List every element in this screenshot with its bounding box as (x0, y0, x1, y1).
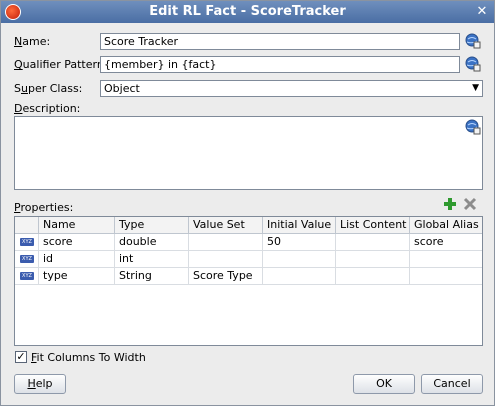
name-cell[interactable]: type (39, 268, 115, 285)
name-label: Name: (14, 35, 51, 48)
qualifier-pattern-field[interactable]: {member} in {fact} (100, 56, 460, 73)
add-property-icon[interactable] (443, 197, 457, 211)
column-header-list-content[interactable]: List Content T (336, 217, 410, 234)
value-set-cell[interactable] (189, 234, 263, 251)
global-alias-cell[interactable] (410, 251, 482, 268)
window-title: Edit RL Fact - ScoreTracker (149, 4, 346, 19)
xyz-icon: XYZ (20, 272, 34, 280)
xyz-icon: XYZ (20, 238, 34, 246)
properties-label: Properties: (14, 201, 74, 214)
close-icon[interactable]: ✕ (474, 4, 490, 20)
global-alias-cell[interactable]: score (410, 234, 482, 251)
column-header-global-alias[interactable]: Global Alias (410, 217, 482, 234)
super-class-label: Super Class: (14, 82, 83, 95)
row-icon-cell: XYZ (15, 251, 39, 268)
type-cell[interactable]: String (115, 268, 189, 285)
cancel-button[interactable]: Cancel (421, 374, 483, 394)
expression-builder-icon[interactable] (465, 119, 481, 135)
column-header-value-set[interactable]: Value Set (189, 217, 263, 234)
name-cell[interactable]: score (39, 234, 115, 251)
type-cell[interactable]: double (115, 234, 189, 251)
table-row[interactable]: XYZ score double 50 score (15, 234, 482, 251)
delete-property-icon[interactable] (463, 197, 477, 211)
ok-button[interactable]: OK (353, 374, 415, 394)
chevron-down-icon: ▼ (472, 83, 479, 93)
properties-table: Name Type Value Set Initial Value List C… (14, 216, 483, 346)
expression-builder-icon[interactable] (465, 33, 481, 49)
edit-rl-fact-dialog: Edit RL Fact - ScoreTracker ✕ Name: Scor… (0, 0, 495, 406)
qualifier-pattern-label: Qualifier Pattern: (14, 58, 108, 71)
initial-value-cell[interactable] (263, 251, 336, 268)
app-icon (5, 4, 21, 20)
name-cell[interactable]: id (39, 251, 115, 268)
list-content-cell[interactable] (336, 234, 410, 251)
expression-builder-icon[interactable] (465, 56, 481, 72)
help-button[interactable]: Help (14, 374, 66, 394)
row-icon-cell: XYZ (15, 268, 39, 285)
row-icon-cell: XYZ (15, 234, 39, 251)
name-field[interactable]: Score Tracker (100, 33, 460, 50)
column-header-name[interactable]: Name (39, 217, 115, 234)
super-class-select[interactable]: Object ▼ (100, 80, 483, 97)
title-bar: Edit RL Fact - ScoreTracker ✕ (1, 1, 494, 23)
table-row[interactable]: XYZ type String Score Type (15, 268, 482, 285)
initial-value-cell[interactable] (263, 268, 336, 285)
xyz-icon: XYZ (20, 255, 34, 263)
super-class-value: Object (104, 82, 140, 95)
description-label: Description: (14, 102, 81, 115)
list-content-cell[interactable] (336, 268, 410, 285)
table-header: Name Type Value Set Initial Value List C… (15, 217, 482, 234)
fit-columns-checkbox[interactable]: ✓ (15, 351, 27, 363)
global-alias-cell[interactable] (410, 268, 482, 285)
value-set-cell[interactable]: Score Type (189, 268, 263, 285)
description-textarea[interactable] (14, 116, 483, 190)
fit-columns-label[interactable]: Fit Columns To Width (31, 351, 146, 364)
column-header-initial-value[interactable]: Initial Value (263, 217, 336, 234)
table-row[interactable]: XYZ id int (15, 251, 482, 268)
type-cell[interactable]: int (115, 251, 189, 268)
column-header-type[interactable]: Type (115, 217, 189, 234)
initial-value-cell[interactable]: 50 (263, 234, 336, 251)
list-content-cell[interactable] (336, 251, 410, 268)
icon-column-header (15, 217, 39, 234)
value-set-cell[interactable] (189, 251, 263, 268)
